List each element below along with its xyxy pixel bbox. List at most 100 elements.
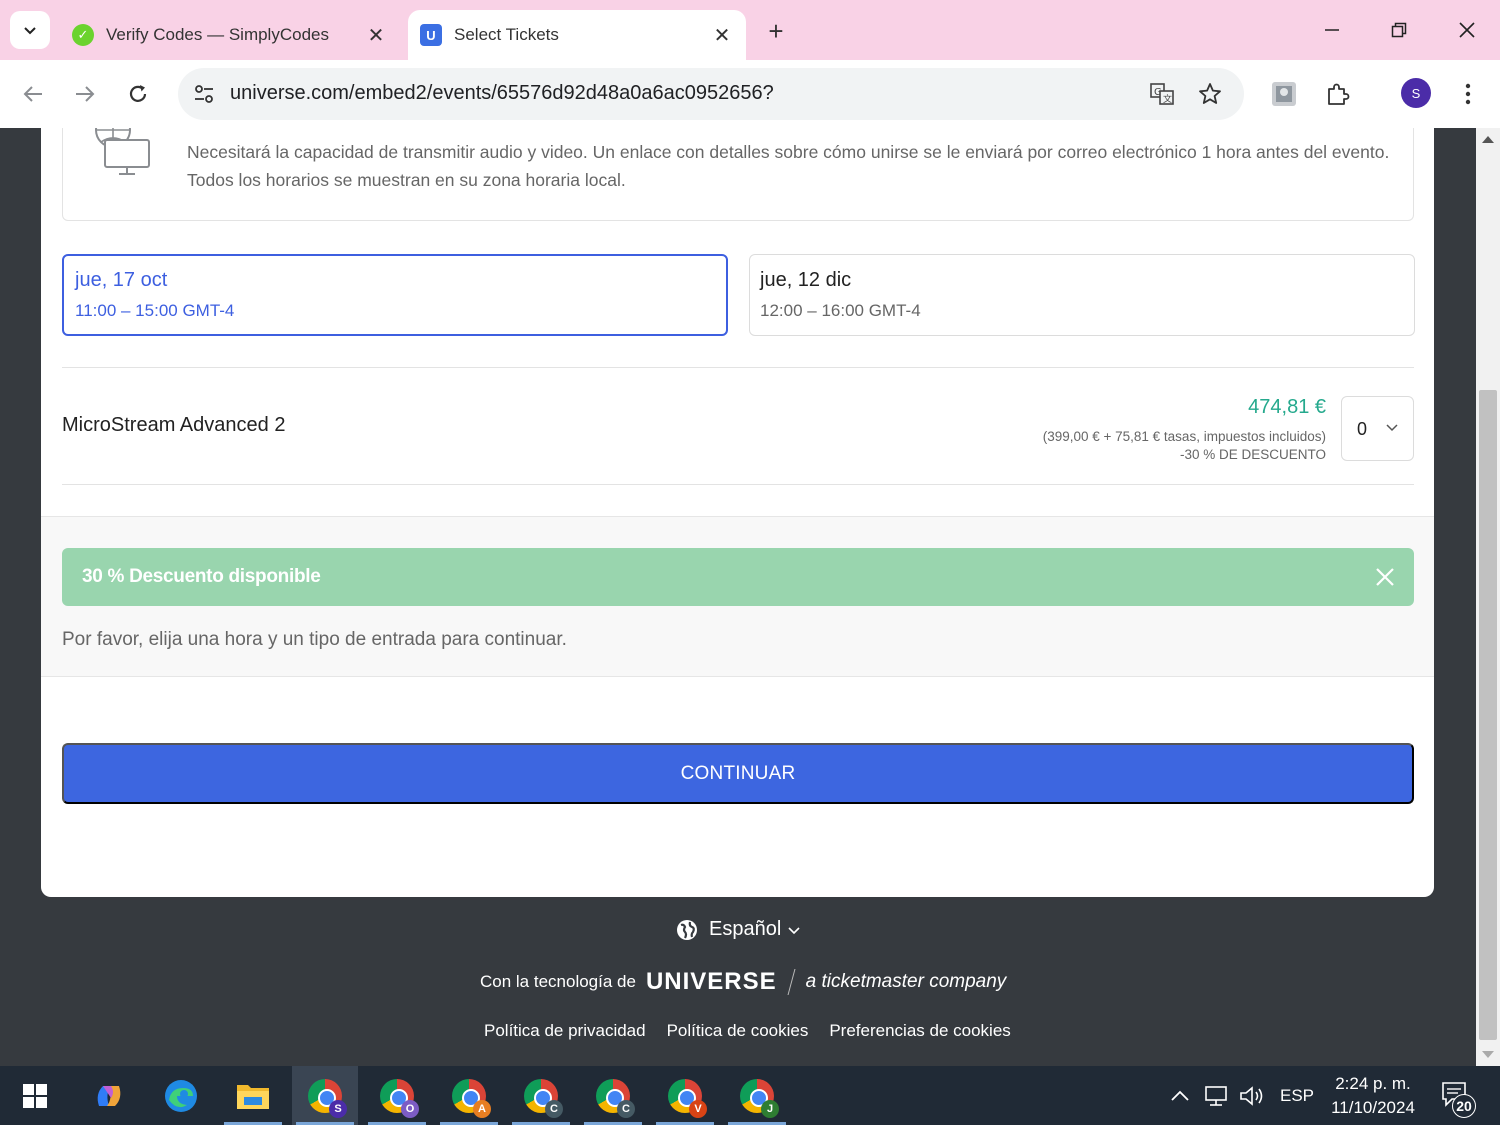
profile-badge: C (617, 1099, 635, 1118)
date-title: jue, 17 oct (75, 269, 168, 291)
extension-button[interactable] (1268, 78, 1300, 110)
date-option-17-oct[interactable]: jue, 17 oct 11:00 – 15:00 GMT-4 (62, 254, 728, 336)
clock-date: 11/10/2024 (1331, 1098, 1415, 1117)
quantity-select[interactable]: 0 (1341, 396, 1414, 461)
file-explorer-icon (237, 1084, 269, 1109)
translate-icon: G文 (1150, 83, 1174, 105)
scrollbar-thumb[interactable] (1479, 390, 1497, 1040)
ticketmaster-logo: a ticketmaster company (805, 971, 1007, 992)
bookmark-button[interactable] (1196, 80, 1224, 108)
forward-button[interactable] (65, 74, 105, 114)
show-hidden-icons-button[interactable] (1170, 1066, 1190, 1125)
continue-button[interactable]: CONTINUAR (62, 743, 1414, 804)
minimize-icon (1325, 29, 1339, 31)
edge-icon (165, 1079, 197, 1112)
clock[interactable]: 2:24 p. m. 11/10/2024 (1328, 1072, 1418, 1120)
reload-icon (129, 85, 147, 102)
universe-favicon-icon: U (420, 24, 442, 46)
network-icon (1205, 1085, 1227, 1106)
cookie-preferences-link[interactable]: Preferencias de cookies (829, 1021, 1010, 1041)
ticket-discount-note: -30 % DE DESCUENTO (1179, 447, 1326, 462)
tab-title: Select Tickets (454, 25, 559, 44)
powered-by-text: Con la tecnología de (480, 972, 636, 991)
chrome-icon: C (596, 1078, 635, 1118)
plus-icon: + (768, 15, 784, 46)
ticket-price-breakdown: (399,00 € + 75,81 € tasas, impuestos inc… (1043, 428, 1326, 464)
scroll-up-icon[interactable] (1482, 136, 1494, 143)
powered-by: Con la tecnología de UNIVERSE a ticketma… (480, 968, 1006, 996)
windows-taskbar: S O A C C V J ESP 2:24 p. m. 11/10/2024 (0, 1066, 1500, 1125)
chrome-window-c2[interactable]: C (580, 1066, 646, 1125)
ticket-price: 474,81 € (1248, 396, 1326, 418)
close-icon[interactable] (1374, 566, 1396, 588)
extension-avatar-icon (1272, 82, 1296, 106)
url-text: universe.com/embed2/events/65576d92d48a0… (230, 82, 774, 104)
extensions-button[interactable] (1322, 78, 1354, 110)
more-vert-icon (1465, 83, 1471, 105)
tab-close-icon[interactable]: ✕ (364, 23, 388, 47)
chevron-down-icon (1386, 424, 1398, 432)
hint-text: Por favor, elija una hora y un tipo de e… (62, 629, 567, 650)
chevron-down-icon (788, 926, 800, 934)
new-tab-button[interactable]: + (760, 16, 792, 46)
volume-button[interactable] (1238, 1066, 1266, 1125)
streaming-screen-icon (95, 128, 150, 175)
browser-tab-bar: ✓ Verify Codes — SimplyCodes ✕ U Select … (0, 0, 1500, 60)
divider (62, 484, 1414, 485)
tab-verify-codes[interactable]: ✓ Verify Codes — SimplyCodes ✕ (60, 10, 400, 60)
profile-badge: J (761, 1099, 779, 1118)
tab-select-tickets[interactable]: U Select Tickets ✕ (408, 10, 746, 60)
cookie-policy-link[interactable]: Política de cookies (667, 1021, 809, 1041)
page-scrollbar[interactable] (1476, 128, 1500, 1066)
minimize-button[interactable] (1309, 10, 1355, 50)
start-button[interactable] (2, 1066, 68, 1125)
scroll-down-icon[interactable] (1482, 1051, 1494, 1058)
restore-button[interactable] (1376, 10, 1422, 50)
address-bar[interactable]: universe.com/embed2/events/65576d92d48a0… (178, 68, 1244, 120)
tab-search-button[interactable] (10, 11, 50, 49)
volume-icon (1240, 1085, 1263, 1106)
tab-close-icon[interactable]: ✕ (710, 23, 734, 47)
divider (62, 367, 1414, 368)
file-explorer-button[interactable] (220, 1066, 286, 1125)
close-window-button[interactable] (1444, 10, 1490, 50)
profile-badge: C (545, 1099, 563, 1118)
edge-button[interactable] (148, 1066, 214, 1125)
chrome-window-o[interactable]: O (364, 1066, 430, 1125)
ticket-fees-text: (399,00 € + 75,81 € tasas, impuestos inc… (1042, 429, 1326, 444)
date-option-12-dic[interactable]: jue, 12 dic 12:00 – 16:00 GMT-4 (749, 254, 1415, 336)
menu-button[interactable] (1452, 78, 1484, 110)
profile-avatar[interactable]: S (1401, 78, 1431, 108)
ticket-card: Necesitará la capacidad de transmitir au… (41, 128, 1434, 897)
chrome-icon: V (668, 1078, 707, 1118)
chevron-down-icon (24, 27, 36, 35)
globe-icon (677, 919, 697, 940)
notifications-button[interactable]: 20 (1440, 1080, 1476, 1118)
chrome-window-v[interactable]: V (652, 1066, 718, 1125)
tune-icon (195, 85, 213, 103)
chrome-window-a[interactable]: A (436, 1066, 502, 1125)
chevron-up-icon (1171, 1090, 1189, 1101)
back-button[interactable] (13, 74, 53, 114)
input-language-indicator[interactable]: ESP (1280, 1066, 1314, 1125)
chrome-icon: O (380, 1078, 419, 1118)
browser-toolbar: universe.com/embed2/events/65576d92d48a0… (0, 60, 1500, 128)
network-button[interactable] (1203, 1066, 1229, 1125)
copilot-button[interactable] (76, 1066, 142, 1125)
chrome-window-c1[interactable]: C (508, 1066, 574, 1125)
reload-button[interactable] (118, 74, 158, 114)
info-text: Necesitará la capacidad de transmitir au… (187, 142, 1390, 190)
online-event-info: Necesitará la capacidad de transmitir au… (62, 128, 1414, 221)
chrome-window-s[interactable]: S (292, 1066, 358, 1125)
translate-button[interactable]: G文 (1148, 80, 1176, 108)
profile-badge: S (329, 1099, 347, 1118)
date-time: 11:00 – 15:00 GMT-4 (75, 301, 235, 320)
puzzle-icon (1328, 83, 1350, 105)
profile-badge: V (689, 1099, 707, 1118)
notification-count: 20 (1452, 1094, 1476, 1118)
svg-text:文: 文 (1163, 93, 1172, 105)
language-selector[interactable]: Español (676, 918, 801, 941)
privacy-policy-link[interactable]: Política de privacidad (484, 1021, 646, 1041)
chrome-window-j[interactable]: J (724, 1066, 790, 1125)
site-info-button[interactable] (188, 78, 220, 110)
